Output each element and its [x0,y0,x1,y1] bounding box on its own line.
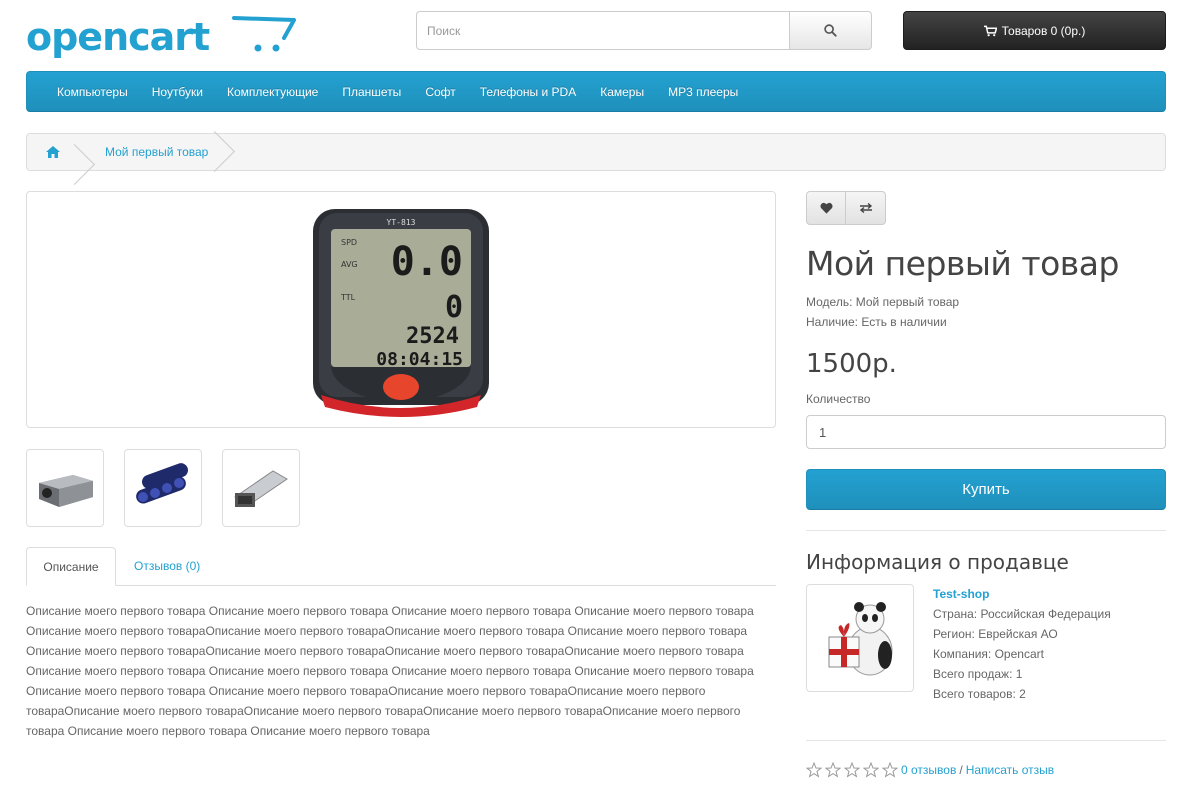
product-main-image[interactable]: YT-813 SPD AVG TTL 0.0 0 2524 08:04:15 [26,191,776,428]
menu-item-mp3[interactable]: MP3 плееры [656,72,750,112]
write-review-link[interactable]: Написать отзыв [966,763,1054,777]
product-action-buttons [806,191,886,225]
seller-info: Test-shop Страна: Российская Федерация Р… [933,584,1111,704]
search-bar [416,11,872,50]
device-readout-odo: 2524 [406,324,459,349]
opencart-logo[interactable]: opencart [26,8,296,60]
breadcrumb: Мой первый товар [26,130,1166,186]
device-label-spd: SPD [341,238,357,247]
star-empty-icon [844,762,860,778]
menu-item-tablets[interactable]: Планшеты [330,72,413,112]
wishlist-button[interactable] [806,191,846,225]
seller-country: Страна: Российская Федерация [933,607,1111,621]
seller-total-sales: Всего продаж: 1 [933,667,1023,681]
divider [806,740,1166,741]
heart-icon [819,202,833,214]
search-icon [824,24,837,37]
star-empty-icon [882,762,898,778]
projector-image [39,475,93,507]
device-readout-speed: 0.0 [391,239,463,285]
foam-grips-image [136,463,188,504]
menu-item-phones[interactable]: Телефоны и PDA [468,72,588,112]
menu-item-computers[interactable]: Компьютеры [45,72,140,112]
quantity-input[interactable] [806,415,1166,449]
menu-item-software[interactable]: Софт [413,72,467,112]
rating: 0 отзывов / Написать отзыв [806,762,1054,778]
expresscard-image [234,470,288,507]
product-tabs: Описание Отзывов (0) [26,547,776,586]
cart-label: Товаров 0 (0р.) [1001,23,1086,38]
cart-icon [983,25,997,36]
bike-computer-image: YT-813 SPD AVG TTL 0.0 0 2524 08:04:15 [313,208,489,417]
device-brand: YT-813 [387,218,416,227]
breadcrumb-home[interactable] [27,143,96,186]
thumbnail-grips[interactable] [124,449,202,527]
seller-company: Компания: Opencart [933,647,1044,661]
device-readout-mid: 0 [445,290,463,325]
menu-item-laptops[interactable]: Ноутбуки [140,72,215,112]
panda-image [828,602,893,676]
product-price: 1500р. [806,349,897,379]
seller-shop-link[interactable]: Test-shop [933,587,989,601]
device-label-avg: AVG [341,260,358,269]
star-empty-icon [863,762,879,778]
seller-region: Регион: Еврейская АО [933,627,1058,641]
seller-heading: Информация о продавце [806,550,1069,574]
quantity-label: Количество [806,392,871,406]
menu-item-components[interactable]: Комплектующие [215,72,330,112]
tab-description[interactable]: Описание [26,547,116,586]
compare-button[interactable] [846,191,886,225]
exchange-icon [859,203,872,213]
seller-avatar[interactable] [806,584,914,692]
search-button[interactable] [789,11,872,50]
home-icon [46,146,60,158]
product-description: Описание моего первого товара Описание м… [26,604,754,738]
category-menu: Компьютеры Ноутбуки Комплектующие Планше… [26,71,1166,112]
device-readout-time: 08:04:15 [376,349,463,370]
menu-item-cameras[interactable]: Камеры [588,72,656,112]
thumbnail-card[interactable] [222,449,300,527]
thumbnail-projector[interactable] [26,449,104,527]
search-input[interactable] [416,11,789,50]
reviews-link[interactable]: 0 отзывов [901,763,956,777]
tab-reviews[interactable]: Отзывов (0) [134,547,200,585]
star-empty-icon [825,762,841,778]
star-empty-icon [806,762,822,778]
cart-button[interactable]: Товаров 0 (0р.) [903,11,1166,50]
buy-button[interactable]: Купить [806,469,1166,510]
divider [806,530,1166,531]
seller-total-products: Всего товаров: 2 [933,687,1026,701]
logo-text: opencart [26,15,210,59]
product-title: Мой первый товар [806,244,1119,283]
product-model: Модель: Мой первый товар [806,295,960,309]
rating-separator: / [959,763,963,777]
product-availability: Наличие: Есть в наличии [806,315,947,329]
device-label-ttl: TTL [340,293,356,302]
product-meta: Модель: Мой первый товар Наличие: Есть в… [806,292,959,332]
